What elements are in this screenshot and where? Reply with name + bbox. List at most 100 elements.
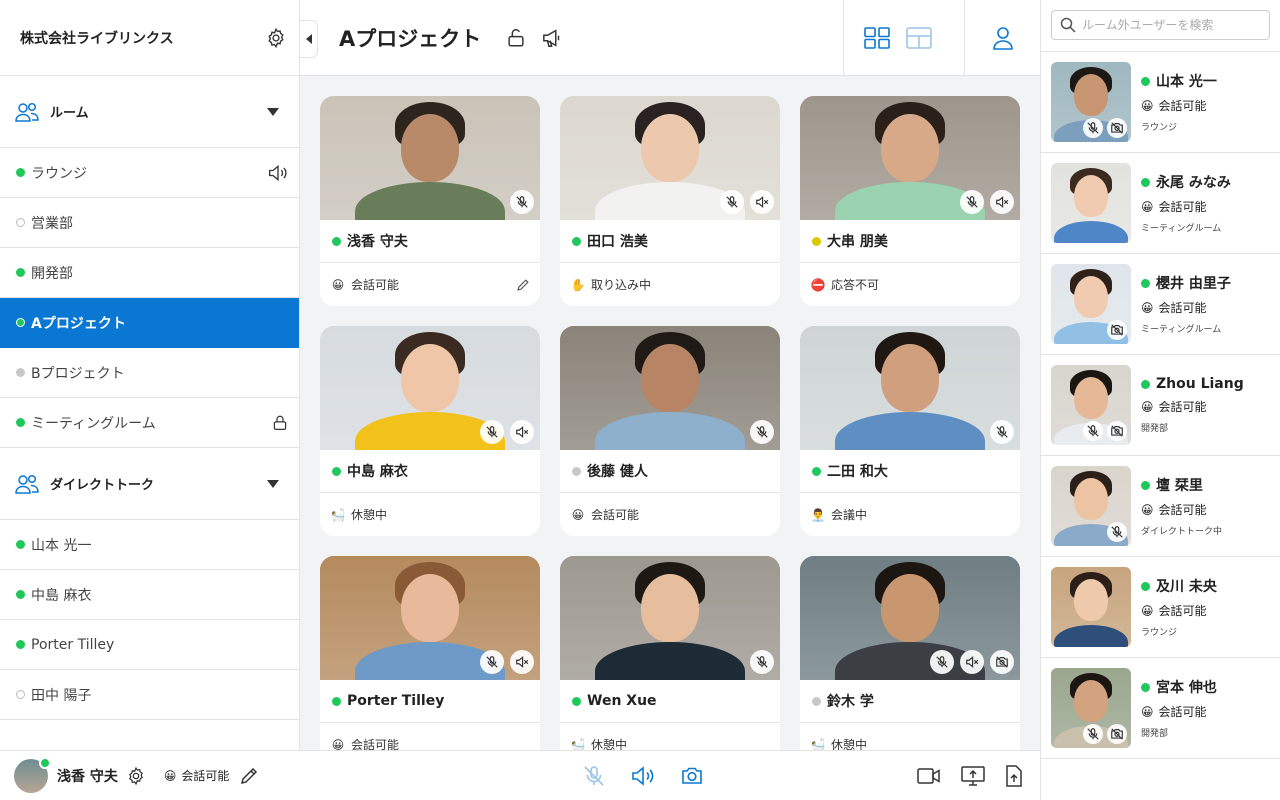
- participant-video: [800, 556, 1020, 680]
- user-location: ミーティングルーム: [1141, 224, 1222, 234]
- mic-off-icon[interactable]: [582, 764, 606, 788]
- sidebar-room-item[interactable]: Bプロジェクト: [0, 348, 299, 398]
- sidebar-room-item[interactable]: 営業部: [0, 198, 299, 248]
- participant-name-row: 浅香 守夫: [320, 220, 540, 263]
- avatar[interactable]: [14, 756, 51, 793]
- mic-off-icon[interactable]: [1107, 522, 1127, 542]
- user-icon[interactable]: [992, 26, 1014, 50]
- speaker-off-icon[interactable]: [510, 650, 534, 674]
- participant-status-row: 😀 会話可能: [560, 493, 780, 536]
- participant-card[interactable]: 田口 浩美 ✋ 取り込み中: [560, 96, 780, 306]
- speaker-off-icon[interactable]: [750, 190, 774, 214]
- chevron-down-icon[interactable]: [267, 479, 279, 488]
- presence-dot: [16, 218, 25, 227]
- mic-off-icon[interactable]: [1083, 118, 1103, 138]
- person-face: [1074, 175, 1108, 217]
- camera-off-icon[interactable]: [1107, 724, 1127, 744]
- user-info: 宮本 伸也 😀 会話可能 開発部: [1141, 677, 1217, 739]
- my-status[interactable]: 😀 会話可能: [164, 767, 230, 784]
- speaker-off-icon[interactable]: [960, 650, 984, 674]
- outside-user-item[interactable]: 永尾 みなみ 😀 会話可能 ミーティングルーム: [1041, 153, 1280, 254]
- grid-view-icon[interactable]: [864, 26, 890, 49]
- participant-status-row: 😀 会話可能: [320, 723, 540, 751]
- chevron-down-icon[interactable]: [267, 107, 279, 116]
- outside-user-item[interactable]: Zhou Liang 😀 会話可能 開発部: [1041, 355, 1280, 456]
- presence-dot: [572, 236, 581, 246]
- pencil-icon[interactable]: [239, 766, 259, 786]
- direct-talk-label: Porter Tilley: [31, 636, 115, 653]
- status-emoji: 😀: [1141, 502, 1154, 517]
- presence-dot: [39, 756, 51, 769]
- participant-card[interactable]: Porter Tilley 😀 会話可能: [320, 556, 540, 750]
- outside-user-item[interactable]: 櫻井 由里子 😀 会話可能 ミーティングルーム: [1041, 254, 1280, 355]
- gear-icon[interactable]: [126, 766, 146, 786]
- search-input[interactable]: [1082, 18, 1252, 32]
- presence-dot: [332, 466, 341, 476]
- mic-off-icon[interactable]: [990, 420, 1014, 444]
- person-body: [1054, 221, 1128, 243]
- tile-view-icon[interactable]: [906, 26, 932, 49]
- speaker-off-icon[interactable]: [990, 190, 1014, 214]
- participant-name: Porter Tilley: [347, 693, 445, 709]
- mic-off-icon[interactable]: [750, 650, 774, 674]
- direct-talk-section-header[interactable]: ダイレクトトーク: [0, 448, 299, 520]
- mic-off-icon[interactable]: [510, 190, 534, 214]
- mic-off-icon[interactable]: [1083, 724, 1103, 744]
- direct-talk-item[interactable]: 中島 麻衣: [0, 570, 299, 620]
- media-status-icons: [720, 190, 774, 214]
- direct-talk-item[interactable]: 田中 陽子: [0, 670, 299, 720]
- participant-card[interactable]: 中島 麻衣 🛀 休憩中: [320, 326, 540, 536]
- person-body: [835, 412, 985, 450]
- user-info: Zhou Liang 😀 会話可能 開発部: [1141, 376, 1244, 434]
- unlock-icon[interactable]: [505, 27, 527, 49]
- participant-status: 会話可能: [351, 278, 400, 292]
- outside-user-item[interactable]: 山本 光一 😀 会話可能 ラウンジ: [1041, 52, 1280, 153]
- outside-user-item[interactable]: 壇 栞里 😀 会話可能 ダイレクトトーク中: [1041, 456, 1280, 557]
- sidebar-room-item[interactable]: ミーティングルーム: [0, 398, 299, 448]
- file-upload-icon[interactable]: [1004, 764, 1024, 788]
- mic-off-icon[interactable]: [720, 190, 744, 214]
- sidebar-room-item[interactable]: 開発部: [0, 248, 299, 298]
- participant-card[interactable]: 後藤 健人 😀 会話可能: [560, 326, 780, 536]
- mic-off-icon[interactable]: [480, 650, 504, 674]
- mic-off-icon[interactable]: [750, 420, 774, 444]
- mic-off-icon[interactable]: [930, 650, 954, 674]
- participant-status: 応答不可: [831, 278, 880, 292]
- collapse-sidebar-button[interactable]: [300, 20, 318, 58]
- direct-talk-list: 山本 光一 中島 麻衣 Porter Tilley 田中 陽子: [0, 520, 299, 720]
- participant-card[interactable]: 二田 和大 👨‍💼 会議中: [800, 326, 1020, 536]
- camera-off-icon[interactable]: [990, 650, 1014, 674]
- speaker-icon[interactable]: [267, 163, 289, 183]
- direct-talk-item[interactable]: Porter Tilley: [0, 620, 299, 670]
- camera-off-icon[interactable]: [1107, 118, 1127, 138]
- camera-off-icon[interactable]: [1107, 320, 1127, 340]
- megaphone-icon[interactable]: [541, 27, 565, 49]
- participant-card[interactable]: 大串 朋美 ⛔ 応答不可: [800, 96, 1020, 306]
- mic-off-icon[interactable]: [480, 420, 504, 444]
- participant-card[interactable]: 浅香 守夫 😀 会話可能: [320, 96, 540, 306]
- sidebar-room-item[interactable]: Aプロジェクト: [0, 298, 299, 348]
- media-status-icons: [480, 420, 534, 444]
- gear-icon[interactable]: [265, 27, 287, 49]
- participant-card[interactable]: 鈴木 学 🛀 休憩中: [800, 556, 1020, 750]
- rooms-section-header[interactable]: ルーム: [0, 76, 299, 148]
- camera-off-icon[interactable]: [1107, 421, 1127, 441]
- presence-dot: [16, 418, 25, 427]
- presence-dot: [572, 466, 581, 476]
- speaker-icon[interactable]: [630, 764, 656, 788]
- outside-user-item[interactable]: 宮本 伸也 😀 会話可能 開発部: [1041, 658, 1280, 759]
- speaker-off-icon[interactable]: [510, 420, 534, 444]
- sidebar-room-item[interactable]: ラウンジ: [0, 148, 299, 198]
- direct-talk-item[interactable]: 山本 光一: [0, 520, 299, 570]
- mic-off-icon[interactable]: [960, 190, 984, 214]
- video-icon[interactable]: [916, 765, 942, 787]
- screen-share-icon[interactable]: [960, 764, 986, 788]
- pencil-icon[interactable]: [516, 278, 530, 292]
- participant-card[interactable]: Wen Xue 🛀 休憩中: [560, 556, 780, 750]
- outside-user-item[interactable]: 及川 未央 😀 会話可能 ラウンジ: [1041, 557, 1280, 658]
- camera-icon[interactable]: [680, 764, 704, 788]
- mic-off-icon[interactable]: [1083, 421, 1103, 441]
- user-status: 会話可能: [1158, 604, 1207, 618]
- participant-status: 休憩中: [831, 738, 868, 750]
- person-face: [1074, 478, 1108, 520]
